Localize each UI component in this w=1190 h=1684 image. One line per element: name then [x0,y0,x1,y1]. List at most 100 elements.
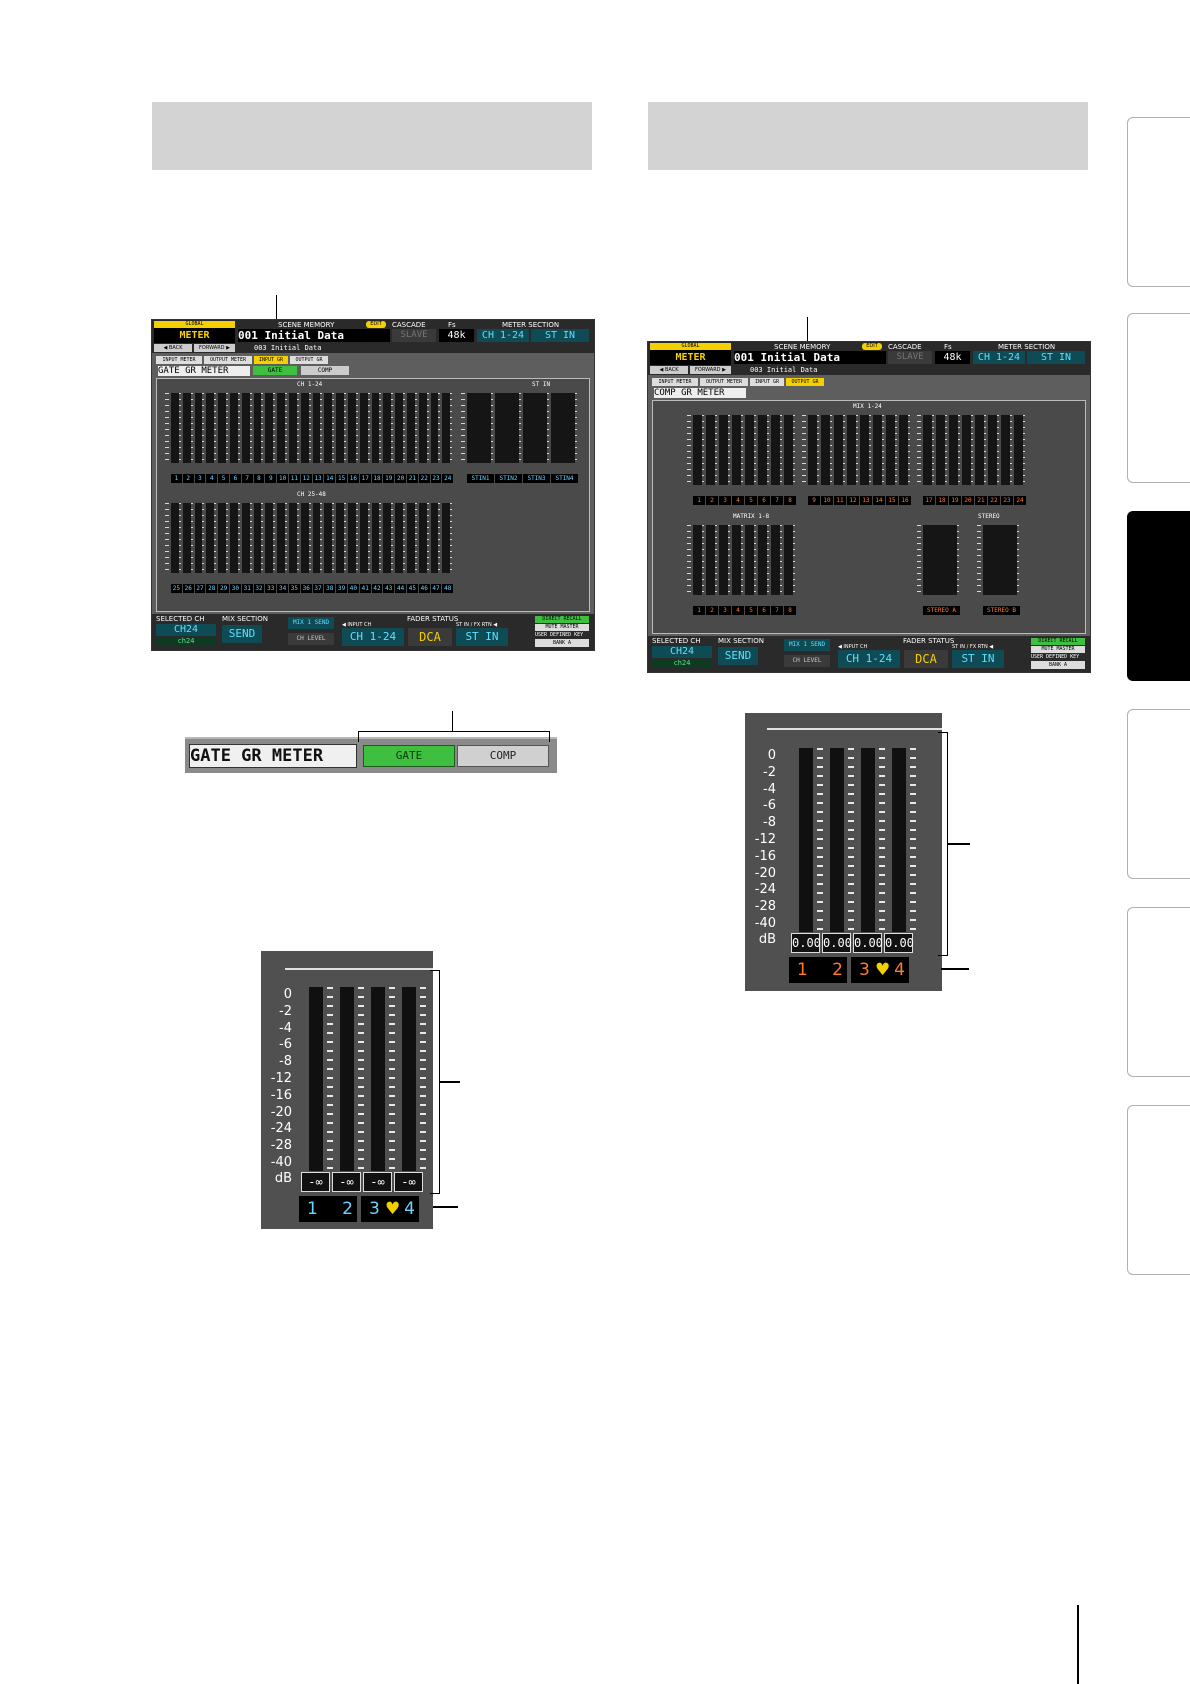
mode-display[interactable]: METER [154,328,235,343]
gr-channel-label: 28 [206,584,218,593]
gr-meter-tick [296,393,299,463]
mix-send-button[interactable]: SEND [222,625,262,643]
gr-meter-bar [324,503,333,573]
gr-channel-label: 15 [886,496,898,505]
gr-meter-tick [202,393,205,463]
zoom-scale-label: -40 [754,916,776,931]
gr-meter-bar [495,393,519,463]
mix1-send-button[interactable]: MIX 1 SEND [288,617,334,629]
bank-button[interactable]: BANK A [535,639,589,647]
tab-input-meter[interactable]: INPUT METER [156,356,202,364]
gr-meter-bar [442,393,451,463]
gr-channel-label: 45 [407,584,418,593]
dca-button[interactable]: DCA [904,650,948,668]
top-status-bar: GLOBAL METER ◀ BACK FORWARD ▶ SCENE MEMO… [648,342,1090,375]
comp-button[interactable]: COMP [301,366,349,375]
bank-button[interactable]: BANK A [1031,661,1085,669]
gr-meter-bar [706,525,715,595]
gr-meter-tick [320,503,323,573]
tab-output-meter[interactable]: OUTPUT METER [700,378,748,386]
slave-indicator: SLAVE [888,351,932,364]
gate-button[interactable]: GATE [253,366,297,375]
mix1-send-button[interactable]: MIX 1 SEND [784,639,830,651]
forward-button[interactable]: FORWARD ▶ [194,344,235,352]
gr-meter-tick [237,503,240,573]
gr-scale [687,525,691,595]
direct-recall-button[interactable]: DIRECT RECALL [535,616,589,623]
zoom-scale-label: -28 [754,899,776,915]
gr-scale [165,503,169,573]
meter-ch-button[interactable]: CH 1-24 [973,351,1025,364]
zoom-output-gr: 0 -2 -4 -6 -8 -12 -16 -20 -24 -28 -40 dB 0.00 0.00 0.0… [745,713,942,991]
zoom-meter-bar [309,987,323,1171]
back-button[interactable]: ◀ BACK [650,366,688,374]
tab-output-gr[interactable]: OUTPUT GR [786,378,824,386]
mix-send-button[interactable]: SEND [718,647,758,665]
tab-input-gr[interactable]: INPUT GR [750,378,784,386]
scene-name[interactable]: 001 Initial Data [238,329,390,342]
gr-meter-bar [182,503,191,573]
gr-meter-tick [882,415,884,485]
zoom-meter-bar [892,748,906,932]
selected-ch[interactable]: CH24 [652,646,712,658]
direct-recall-button[interactable]: DIRECT RECALL [1031,638,1085,645]
tab-output-gr[interactable]: OUTPUT GR [290,356,328,364]
forward-button[interactable]: FORWARD ▶ [690,366,731,374]
last-scene: 003 Initial Data [254,344,322,352]
scene-name[interactable]: 001 Initial Data [734,351,886,364]
selected-ch-label: SELECTED CH [652,637,701,645]
tab-input-gr[interactable]: INPUT GR [254,356,288,364]
gr-channel-label: 47 [430,584,442,593]
gr-meter-tick [403,503,405,573]
edit-badge: EDIT [366,321,386,328]
selected-ch[interactable]: CH24 [156,624,216,636]
gr-meter-bar [348,503,356,573]
meter-st-button[interactable]: ST IN [1027,351,1085,364]
zoom-meter-tick [848,748,854,932]
zoom-scale-label: -20 [754,865,776,881]
tab-output-meter[interactable]: OUTPUT METER [204,356,252,364]
zoom-right-bracket [938,732,948,956]
gr-channel-label: 3 [194,474,206,483]
ch-level-button[interactable]: CH LEVEL [288,633,334,645]
mute-master-button[interactable]: MUTE MASTER [535,624,589,631]
selected-ch-name: ch24 [652,659,712,668]
gr-channel-label: 44 [395,584,406,593]
gr-channel-label: 14 [324,474,336,483]
group-title-ch1-24: CH 1-24 [297,381,323,388]
last-scene: 003 Initial Data [750,366,818,374]
gr-channel-label: 41 [359,584,371,593]
gr-meter-tick [438,393,441,463]
gr-meter-bar [1001,415,1010,485]
group-title-stereo: STEREO [978,513,1000,520]
meter-st-button[interactable]: ST IN [531,329,589,342]
ch-level-button[interactable]: CH LEVEL [784,655,830,667]
zoom-meter-tick [327,987,333,1171]
gr-scale [917,525,921,595]
meter-ch-button[interactable]: CH 1-24 [477,329,529,342]
bottom-bar: SELECTED CH CH24 ch24 MIX SECTION SEND M… [152,614,594,650]
gate-button[interactable]: GATE [363,745,455,767]
gr-meter-bar [206,503,215,573]
gr-meter-tick [355,393,358,463]
meter-panel: CH 1-24 ST IN CH 25-48 1 2 3 4 5 6 7 8 9 10 11 12 13… [156,378,590,612]
dca-button[interactable]: DCA [408,628,452,646]
fader-stin-button[interactable]: ST IN [456,628,508,646]
gr-meter-bar [194,393,203,463]
fader-status-label: FADER STATUS [903,637,955,645]
zoom-scale-label: -2 [763,764,776,780]
fader-ch-button[interactable]: CH 1-24 [838,650,900,668]
gr-meter-tick [332,503,335,573]
back-button[interactable]: ◀ BACK [154,344,192,352]
mute-master-button[interactable]: MUTE MASTER [1031,646,1085,653]
tab-input-meter[interactable]: INPUT METER [652,378,698,386]
zoom-meter-tick [817,748,823,932]
zoom-meter-bar [799,748,813,932]
comp-button[interactable]: COMP [457,745,549,767]
thumb-tab-1 [1127,117,1190,287]
fader-stin-button[interactable]: ST IN [952,650,1004,668]
fader-ch-button[interactable]: CH 1-24 [342,628,404,646]
mode-display[interactable]: METER [650,350,731,365]
gr-meter-bar [336,393,344,463]
gr-meter-bar [371,393,380,463]
